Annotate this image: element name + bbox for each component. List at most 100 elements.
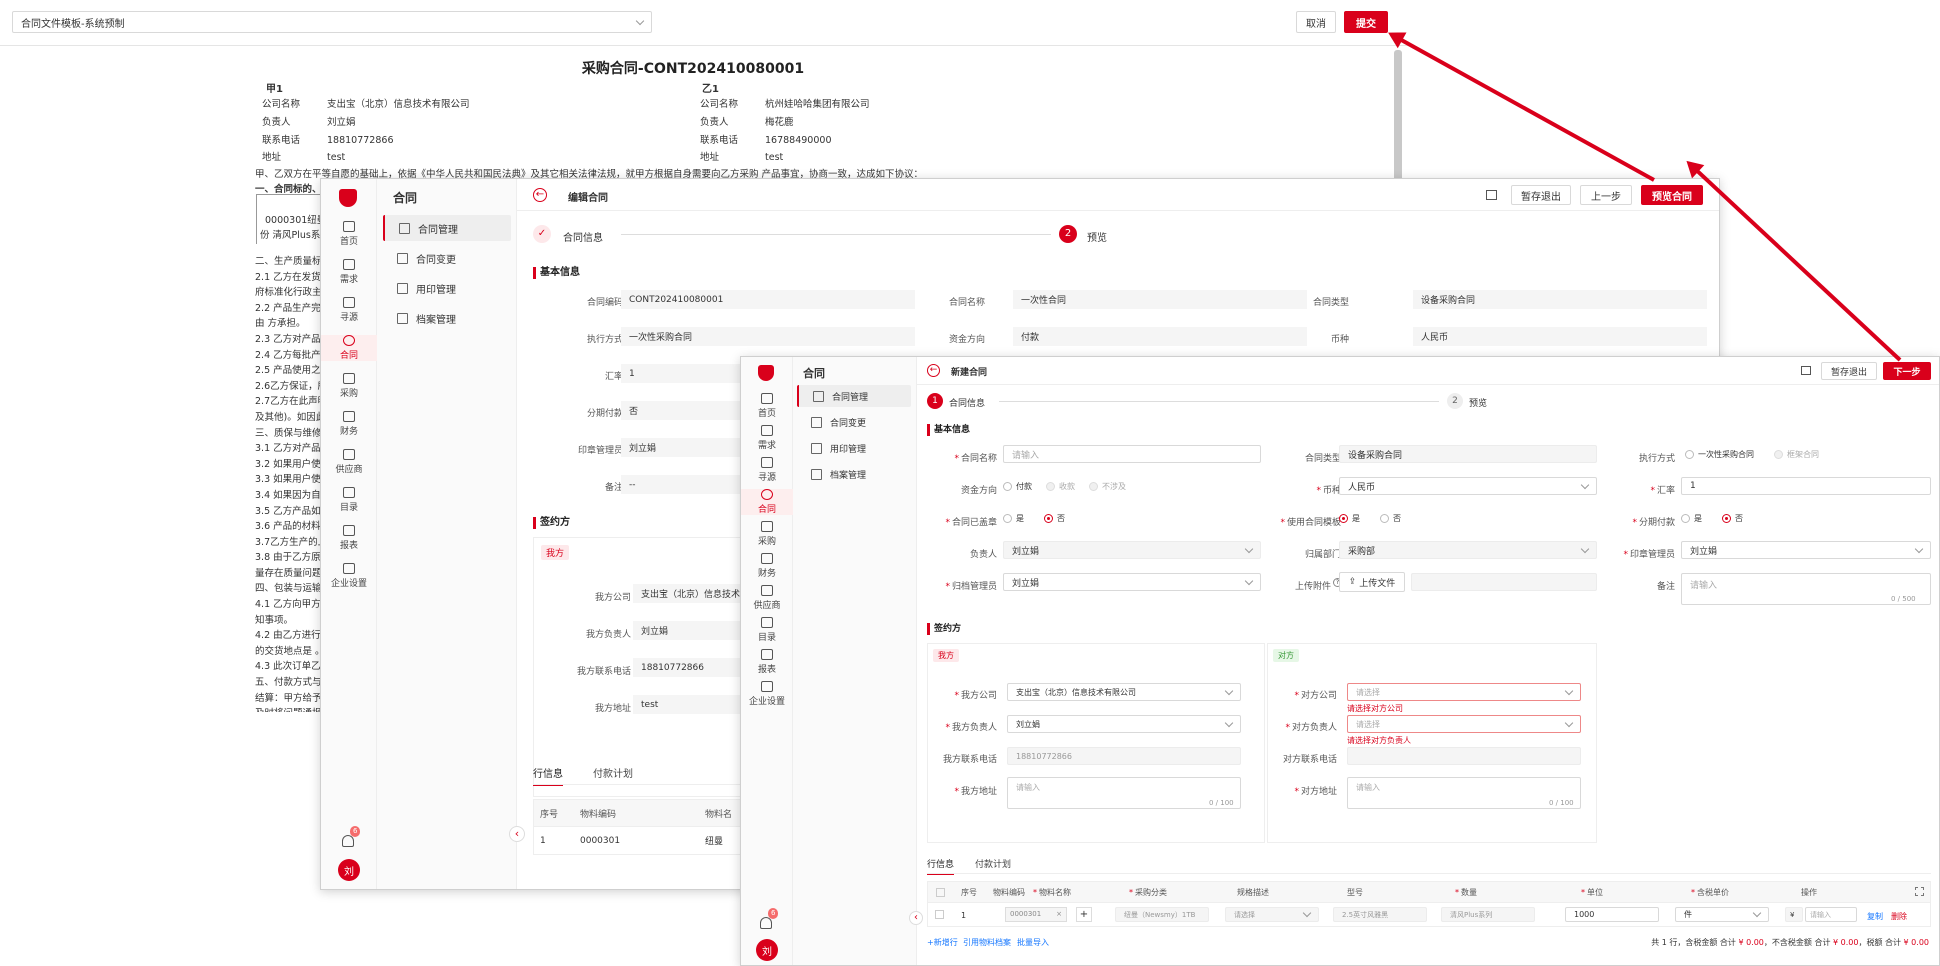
sidebar-item[interactable]: 寻源 bbox=[741, 457, 793, 483]
preview-contract-button[interactable]: 预览合同 bbox=[1641, 185, 1703, 205]
my-owner-select[interactable]: 刘立娟 bbox=[1007, 715, 1241, 733]
sidebar-item[interactable]: 财务 bbox=[741, 553, 793, 579]
sidebar-item[interactable]: 供应商 bbox=[321, 449, 377, 475]
submit-button[interactable]: 提交 bbox=[1344, 11, 1388, 33]
sidebar-label: 合同 bbox=[339, 351, 358, 361]
nav-contract-management[interactable]: 合同管理 bbox=[797, 385, 911, 407]
nav-label: 合同管理 bbox=[832, 392, 869, 403]
page-title: 新建合同 bbox=[951, 368, 988, 378]
step-connector bbox=[621, 234, 1051, 235]
tab-line-info[interactable]: 行信息 bbox=[533, 765, 563, 786]
nav-contract-management[interactable]: 合同管理 bbox=[383, 215, 511, 241]
spec-value: 2.5英寸风雅黑 bbox=[1333, 907, 1427, 922]
table-header: 序号 物料编码物料名称采购分类规格描述 型号 数量单位含税单价操作 bbox=[927, 881, 1931, 903]
sidebar-item[interactable]: 合同 bbox=[741, 489, 793, 515]
sidebar-item[interactable]: 需求 bbox=[321, 259, 377, 285]
prev-step-button[interactable]: 上一步 bbox=[1580, 185, 1632, 205]
sidebar-item[interactable]: 企业设置 bbox=[741, 681, 793, 707]
add-row-link[interactable]: +新增行 bbox=[927, 937, 958, 948]
use-template-radio[interactable]: 是否 bbox=[1339, 513, 1401, 524]
upload-file-button[interactable]: ⇪ 上传文件 bbox=[1339, 572, 1405, 592]
back-icon[interactable]: ← bbox=[927, 364, 940, 377]
template-select[interactable]: 合同文件模板-系统预制 bbox=[12, 11, 652, 33]
quantity-input[interactable]: 1000 bbox=[1565, 907, 1659, 922]
next-step-button[interactable]: 下一步 bbox=[1883, 362, 1931, 380]
sidebar-item[interactable]: 首页 bbox=[741, 393, 793, 419]
archive-admin-select[interactable]: 刘立娟 bbox=[1003, 573, 1261, 591]
add-material-button[interactable]: + bbox=[1076, 907, 1092, 922]
field-label: 备注 bbox=[1656, 582, 1675, 592]
notification-bell-icon[interactable]: 6 bbox=[342, 826, 361, 847]
seal-admin-select[interactable]: 刘立娟 bbox=[1681, 541, 1931, 559]
sidebar-item[interactable]: 报表 bbox=[741, 649, 793, 675]
nav-contract-change[interactable]: 合同变更 bbox=[797, 411, 911, 433]
my-company-select[interactable]: 支出宝（北京）信息技术有限公司 bbox=[1007, 683, 1241, 701]
copy-row-link[interactable]: 复制 bbox=[1867, 911, 1883, 922]
nav-contract-change[interactable]: 合同变更 bbox=[383, 245, 511, 271]
option-label: 框架合同 bbox=[1787, 450, 1819, 459]
layout-icon[interactable] bbox=[1486, 190, 1497, 200]
other-company-select[interactable]: 请选择 bbox=[1347, 683, 1581, 701]
sidebar-item[interactable]: 合同 bbox=[321, 335, 377, 361]
dept-select[interactable]: 采购部 bbox=[1339, 541, 1597, 559]
fund-direction-radio[interactable]: 付款 收款 不涉及 bbox=[1003, 481, 1126, 492]
category-select[interactable]: 请选择 bbox=[1225, 907, 1319, 922]
notification-bell-icon[interactable]: 6 bbox=[760, 908, 779, 929]
avatar[interactable]: 刘 bbox=[756, 939, 778, 961]
sidebar-item[interactable]: 需求 bbox=[741, 425, 793, 451]
category-placeholder: 请选择 bbox=[1234, 910, 1255, 919]
sidebar-item[interactable]: 目录 bbox=[321, 487, 377, 513]
tab-payment-plan[interactable]: 付款计划 bbox=[593, 765, 633, 780]
nav-icon bbox=[761, 617, 773, 628]
batch-import-link[interactable]: 批量导入 bbox=[1017, 937, 1049, 948]
save-exit-button[interactable]: 暂存退出 bbox=[1821, 362, 1877, 380]
nav-seal-management[interactable]: 用印管理 bbox=[383, 275, 511, 301]
field-label: 汇率 bbox=[1605, 483, 1675, 496]
exec-mode-radio[interactable]: 一次性采购合同 框架合同 bbox=[1685, 449, 1819, 460]
exchange-rate-input[interactable]: 1 bbox=[1681, 477, 1931, 495]
sidebar-item[interactable]: 供应商 bbox=[741, 585, 793, 611]
sidebar-item[interactable]: 首页 bbox=[321, 221, 377, 247]
sidebar-item[interactable]: 采购 bbox=[321, 373, 377, 399]
currency-select[interactable]: 人民币 bbox=[1339, 477, 1597, 495]
collapse-button[interactable]: ‹ bbox=[509, 826, 525, 842]
seal-icon bbox=[811, 442, 822, 454]
collapse-button[interactable]: ‹ bbox=[909, 911, 923, 925]
nav-archive-management[interactable]: 档案管理 bbox=[797, 463, 911, 485]
row-checkbox[interactable] bbox=[935, 910, 944, 919]
sidebar-item[interactable]: 财务 bbox=[321, 411, 377, 437]
installment-radio[interactable]: 是否 bbox=[1681, 513, 1743, 524]
radio-icon bbox=[1003, 482, 1012, 491]
stamped-radio[interactable]: 是否 bbox=[1003, 513, 1065, 524]
avatar[interactable]: 刘 bbox=[338, 859, 360, 881]
other-owner-select[interactable]: 请选择 bbox=[1347, 715, 1581, 733]
my-address-textarea[interactable]: 请输入 bbox=[1007, 777, 1241, 809]
cancel-button[interactable]: 取消 bbox=[1296, 11, 1336, 33]
fullscreen-icon[interactable] bbox=[1915, 887, 1924, 896]
layout-icon[interactable] bbox=[1801, 366, 1811, 375]
material-code-tag[interactable]: 0000301 × bbox=[1005, 907, 1067, 922]
sidebar-item[interactable]: 报表 bbox=[321, 525, 377, 551]
logo-icon bbox=[339, 189, 357, 207]
unit-select[interactable]: 件 bbox=[1675, 907, 1769, 922]
price-input[interactable]: 请输入 bbox=[1805, 907, 1857, 922]
nav-label: 档案管理 bbox=[416, 314, 456, 326]
header-checkbox[interactable] bbox=[936, 887, 945, 897]
contract-name-input[interactable]: 请输入 bbox=[1003, 445, 1261, 463]
my-party-card bbox=[927, 643, 1265, 843]
sidebar-item[interactable]: 寻源 bbox=[321, 297, 377, 323]
sidebar-item[interactable]: 目录 bbox=[741, 617, 793, 643]
delete-row-link[interactable]: 删除 bbox=[1891, 911, 1907, 922]
nav-seal-management[interactable]: 用印管理 bbox=[797, 437, 911, 459]
sidebar-item[interactable]: 采购 bbox=[741, 521, 793, 547]
reference-material-link[interactable]: 引用物料档案 bbox=[963, 937, 1011, 948]
close-icon[interactable]: × bbox=[1056, 910, 1062, 919]
nav-archive-management[interactable]: 档案管理 bbox=[383, 305, 511, 331]
tab-payment-plan[interactable]: 付款计划 bbox=[975, 857, 1011, 870]
other-address-textarea[interactable]: 请输入 bbox=[1347, 777, 1581, 809]
owner-select[interactable]: 刘立娟 bbox=[1003, 541, 1261, 559]
sidebar-item[interactable]: 企业设置 bbox=[321, 563, 377, 589]
cell: 联系电话 bbox=[262, 134, 301, 146]
save-exit-button[interactable]: 暂存退出 bbox=[1511, 185, 1571, 205]
back-icon[interactable]: ← bbox=[533, 188, 547, 202]
